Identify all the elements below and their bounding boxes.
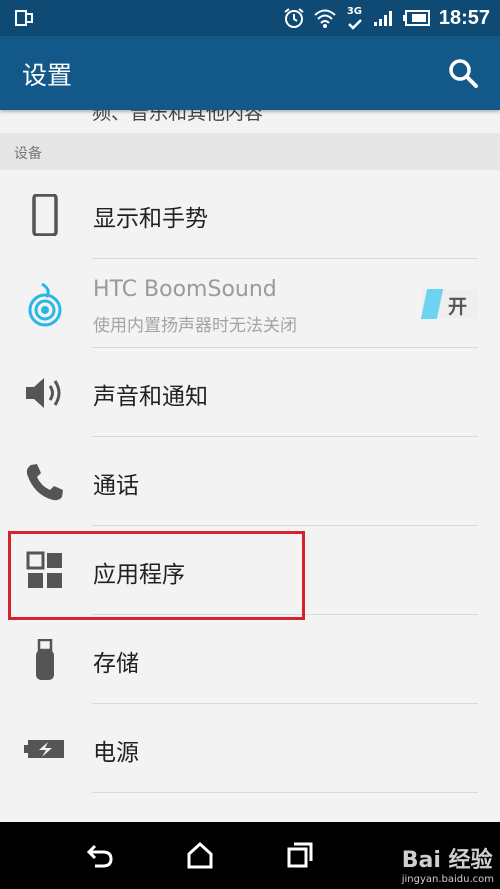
- battery-status-icon: [402, 10, 430, 26]
- boomsound-toggle[interactable]: 开: [420, 289, 478, 319]
- settings-item-sublabel: 使用内置扬声器时无法关闭: [93, 316, 297, 336]
- section-header-label: 设备: [14, 146, 42, 162]
- divider: [92, 792, 478, 793]
- settings-item-label: HTC BoomSound: [93, 277, 277, 302]
- home-icon[interactable]: [185, 840, 215, 870]
- app-bar: 设置: [0, 36, 500, 110]
- back-icon[interactable]: [85, 840, 115, 870]
- toggle-label: 开: [448, 296, 468, 318]
- alarm-icon: [284, 8, 304, 28]
- boomsound-icon: [28, 282, 62, 327]
- settings-item-storage[interactable]: 存储: [0, 615, 500, 704]
- settings-item-label: 存储: [93, 651, 139, 677]
- clock: 18:57: [438, 6, 490, 29]
- settings-item-boomsound[interactable]: HTC BoomSound 使用内置扬声器时无法关闭 开: [0, 259, 500, 348]
- toggle-accent: [420, 289, 444, 319]
- settings-item-display[interactable]: 显示和手势: [0, 170, 500, 259]
- watermark-url: jingyan.baidu.com: [401, 874, 494, 885]
- highlight-box: [8, 531, 305, 620]
- settings-item-call[interactable]: 通话: [0, 437, 500, 526]
- navigation-bar: Bai 经验 jingyan.baidu.com: [0, 822, 500, 889]
- settings-item-label: 显示和手势: [93, 206, 208, 232]
- wifi-icon: [314, 9, 336, 28]
- page-title: 设置: [22, 61, 73, 90]
- settings-item-label: 电源: [93, 740, 139, 766]
- mobile-data-icon: 3G: [345, 4, 365, 32]
- watermark: Bai 经验 jingyan.baidu.com: [402, 842, 494, 885]
- settings-item-label: 声音和通知: [93, 384, 208, 410]
- search-icon[interactable]: [448, 58, 478, 88]
- settings-item-power[interactable]: 电源: [0, 704, 500, 793]
- section-header: 设备: [0, 133, 500, 170]
- usb-storage-icon: [36, 639, 54, 680]
- phone-icon: [26, 464, 63, 501]
- status-bar: 3G 18:57: [0, 0, 500, 36]
- recent-apps-icon[interactable]: [285, 840, 315, 870]
- network-type: 3G: [346, 6, 363, 17]
- watermark-text: Bai 经验: [401, 848, 493, 873]
- screen-mirror-icon: [15, 10, 33, 26]
- phone-display-icon: [32, 194, 58, 236]
- settings-item-label: 通话: [93, 473, 139, 499]
- settings-list: 频、音乐和其他内容 设备 显示和手势 HTC BoomSound 使用内置扬声器…: [0, 110, 500, 822]
- partial-list-item: 频、音乐和其他内容: [92, 110, 264, 124]
- speaker-icon: [26, 378, 61, 408]
- settings-item-sound[interactable]: 声音和通知: [0, 348, 500, 437]
- signal-icon: [373, 11, 392, 26]
- battery-icon: [24, 740, 64, 758]
